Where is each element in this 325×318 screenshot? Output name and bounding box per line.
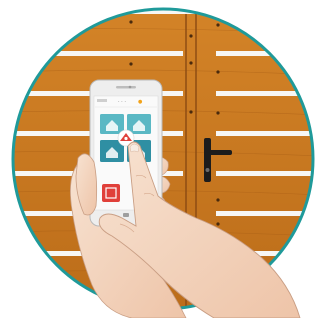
home-tile-icon[interactable] [100, 114, 124, 134]
phone-title-dot: ● [138, 99, 143, 105]
smart-gate-illustration: · · · ● [11, 7, 315, 318]
settings-tile-icon[interactable] [127, 114, 151, 134]
open-gate-button[interactable] [102, 184, 120, 202]
phone-status-text: · · · [118, 99, 126, 105]
